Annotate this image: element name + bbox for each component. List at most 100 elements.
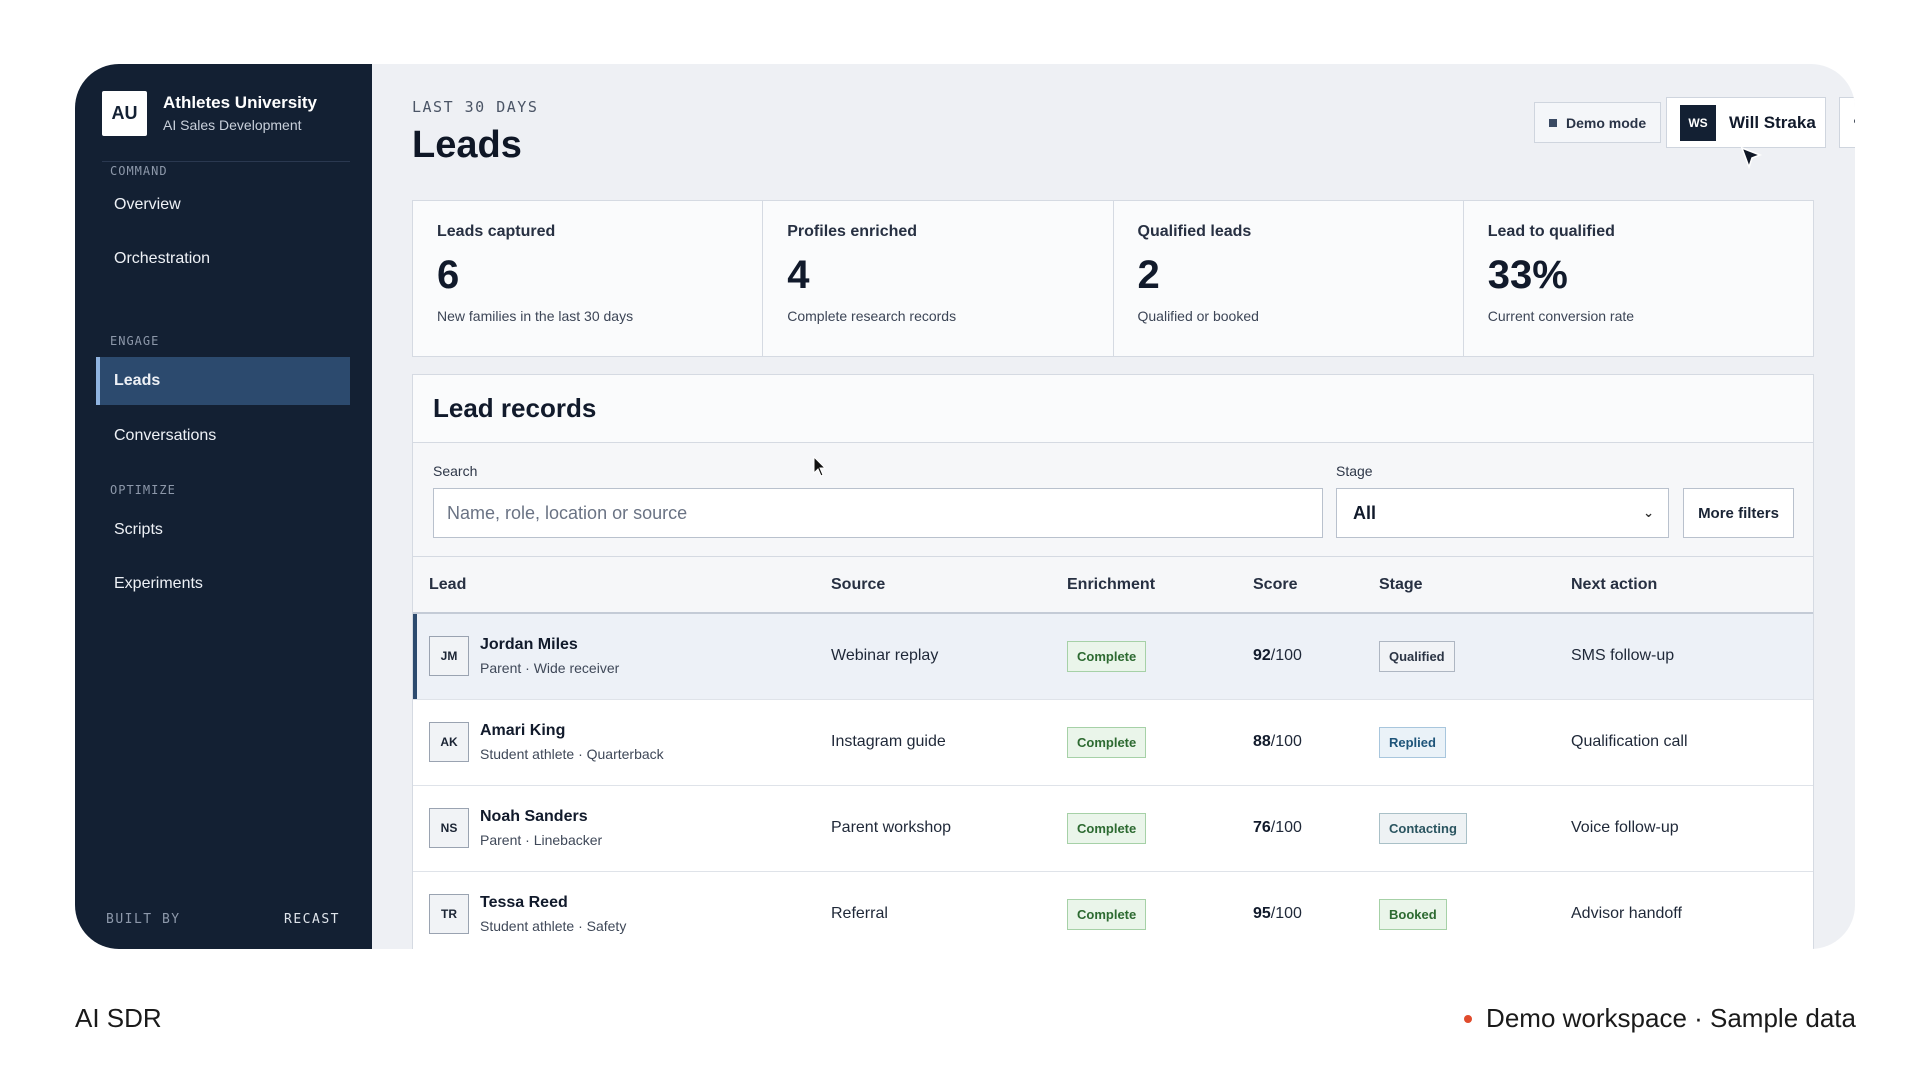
mouse-pointer-icon bbox=[1740, 146, 1763, 170]
score-value: 92 bbox=[1253, 647, 1271, 665]
enrichment-badge: Complete bbox=[1067, 898, 1147, 930]
stat-value: 2 bbox=[1137, 253, 1160, 297]
recast-link[interactable]: RECAST bbox=[284, 912, 340, 927]
workspace-label: Demo workspace · Sample data bbox=[1464, 1003, 1856, 1034]
score-value: 95 bbox=[1253, 905, 1271, 922]
brand: AU Athletes University AI Sales Developm… bbox=[102, 91, 317, 136]
divider bbox=[102, 161, 350, 162]
sidebar-item-scripts[interactable]: Scripts bbox=[96, 506, 350, 554]
stat-value: 6 bbox=[437, 253, 460, 297]
lead-source: Instagram guide bbox=[831, 699, 1067, 786]
column-header-score[interactable]: Score bbox=[1253, 557, 1379, 614]
next-action: Advisor handoff bbox=[1571, 871, 1813, 949]
built-by-label: BUILT BY bbox=[106, 912, 181, 927]
stats-strip: Leads captured 6 New families in the las… bbox=[412, 200, 1814, 357]
column-header-lead[interactable]: Lead bbox=[413, 557, 831, 614]
avatar: WS bbox=[1680, 104, 1716, 141]
more-options-button[interactable]: ••• bbox=[1839, 97, 1855, 148]
stat-label: Qualified leads bbox=[1137, 223, 1252, 240]
sidebar: AU Athletes University AI Sales Developm… bbox=[75, 64, 372, 949]
stat-card-lead-to-qualified: Lead to qualified 33% Current conversion… bbox=[1464, 201, 1813, 356]
score-value: 76 bbox=[1253, 819, 1271, 836]
stage-select-value: All bbox=[1353, 502, 1377, 523]
more-horizontal-icon: ••• bbox=[1853, 111, 1855, 134]
brand-name: Athletes University bbox=[163, 93, 317, 112]
sidebar-item-experiments[interactable]: Experiments bbox=[96, 560, 350, 608]
avatar: JM bbox=[429, 636, 469, 677]
more-filters-button[interactable]: More filters bbox=[1683, 488, 1794, 538]
user-name: Will Straka bbox=[1729, 112, 1816, 132]
workspace-label-text: Demo workspace · Sample data bbox=[1486, 1003, 1856, 1033]
sidebar-item-overview[interactable]: Overview bbox=[96, 181, 350, 229]
score-suffix: /100 bbox=[1270, 733, 1302, 750]
lead-meta: Parent · Wide receiver bbox=[480, 660, 620, 677]
stat-label: Profiles enriched bbox=[787, 223, 918, 240]
avatar: AK bbox=[429, 722, 469, 762]
demo-mode-button[interactable]: Demo mode bbox=[1534, 102, 1662, 143]
sidebar-footer: BUILT BY RECAST bbox=[106, 912, 340, 927]
section-label-command: COMMAND bbox=[110, 164, 168, 178]
stat-card-leads-captured: Leads captured 6 New families in the las… bbox=[413, 201, 764, 356]
stage-label: Stage bbox=[1336, 463, 1373, 479]
score-suffix: /100 bbox=[1270, 819, 1302, 836]
table-row[interactable]: TR Tessa Reed Student athlete · Safety R… bbox=[413, 871, 1813, 949]
avatar: NS bbox=[429, 808, 469, 848]
panel-title: Lead records bbox=[413, 375, 1813, 443]
table-row[interactable]: AK Amari King Student athlete · Quarterb… bbox=[413, 699, 1813, 786]
stage-select[interactable]: All ⌄ bbox=[1336, 488, 1669, 538]
enrichment-badge: Complete bbox=[1067, 726, 1147, 758]
section-label-optimize: OPTIMIZE bbox=[110, 483, 176, 497]
column-header-source[interactable]: Source bbox=[831, 557, 1067, 614]
table-row[interactable]: JM Jordan Miles Parent · Wide receiver W… bbox=[413, 613, 1813, 700]
enrichment-badge: Complete bbox=[1067, 640, 1147, 672]
lead-meta: Student athlete · Quarterback bbox=[480, 746, 664, 762]
stat-description: Complete research records bbox=[787, 308, 957, 324]
chevron-down-icon: ⌄ bbox=[1643, 505, 1654, 520]
enrichment-badge: Complete bbox=[1067, 812, 1147, 844]
leads-table: Lead Source Enrichment Score Stage Next … bbox=[413, 557, 1813, 949]
table-row[interactable]: NS Noah Sanders Parent · Linebacker Pare… bbox=[413, 785, 1813, 872]
page-title: Leads bbox=[412, 124, 522, 166]
user-menu-button[interactable]: WS Will Straka bbox=[1666, 97, 1826, 148]
table-header-row: Lead Source Enrichment Score Stage Next … bbox=[413, 557, 1813, 614]
stat-value: 4 bbox=[787, 253, 810, 297]
lead-meta: Parent · Linebacker bbox=[480, 832, 603, 848]
stat-description: New families in the last 30 days bbox=[437, 308, 634, 324]
search-input[interactable] bbox=[433, 488, 1323, 538]
app-window: AU Athletes University AI Sales Developm… bbox=[75, 64, 1855, 949]
stat-label: Leads captured bbox=[437, 223, 556, 240]
lead-meta: Student athlete · Safety bbox=[480, 918, 627, 934]
lead-name[interactable]: Noah Sanders bbox=[480, 808, 602, 826]
product-label: AI SDR bbox=[75, 1003, 162, 1033]
stat-card-qualified-leads: Qualified leads 2 Qualified or booked bbox=[1114, 201, 1464, 356]
section-label-engage: ENGAGE bbox=[110, 334, 160, 348]
sidebar-item-orchestration[interactable]: Orchestration bbox=[96, 235, 350, 283]
lead-source: Parent workshop bbox=[831, 785, 1067, 872]
next-action: Voice follow-up bbox=[1571, 785, 1813, 872]
stat-label: Lead to qualified bbox=[1487, 223, 1615, 240]
stage-badge: Qualified bbox=[1379, 640, 1455, 672]
search-label: Search bbox=[433, 463, 478, 479]
lead-name[interactable]: Jordan Miles bbox=[480, 636, 619, 654]
next-action: Qualification call bbox=[1571, 699, 1813, 786]
stat-description: Current conversion rate bbox=[1487, 308, 1635, 324]
avatar: TR bbox=[429, 894, 469, 934]
demo-mode-label: Demo mode bbox=[1566, 114, 1647, 131]
mouse-pointer-icon bbox=[813, 456, 827, 477]
next-action: SMS follow-up bbox=[1571, 613, 1813, 700]
column-header-stage[interactable]: Stage bbox=[1379, 557, 1571, 614]
brand-subtitle: AI Sales Development bbox=[163, 117, 302, 133]
column-header-enrichment[interactable]: Enrichment bbox=[1067, 557, 1253, 614]
sidebar-item-leads[interactable]: Leads bbox=[96, 357, 350, 405]
lead-name[interactable]: Tessa Reed bbox=[480, 894, 626, 912]
stat-value: 33% bbox=[1487, 253, 1568, 297]
square-icon bbox=[1549, 118, 1557, 127]
stat-description: Qualified or booked bbox=[1137, 308, 1259, 324]
lead-records-panel: Lead records Search Stage All ⌄ More fil… bbox=[412, 374, 1814, 949]
lead-name[interactable]: Amari King bbox=[480, 722, 664, 740]
column-header-next-action[interactable]: Next action bbox=[1571, 557, 1813, 614]
stage-badge: Replied bbox=[1379, 726, 1446, 758]
score-value: 88 bbox=[1253, 733, 1271, 750]
stage-badge: Booked bbox=[1379, 898, 1447, 930]
sidebar-item-conversations[interactable]: Conversations bbox=[96, 412, 350, 460]
